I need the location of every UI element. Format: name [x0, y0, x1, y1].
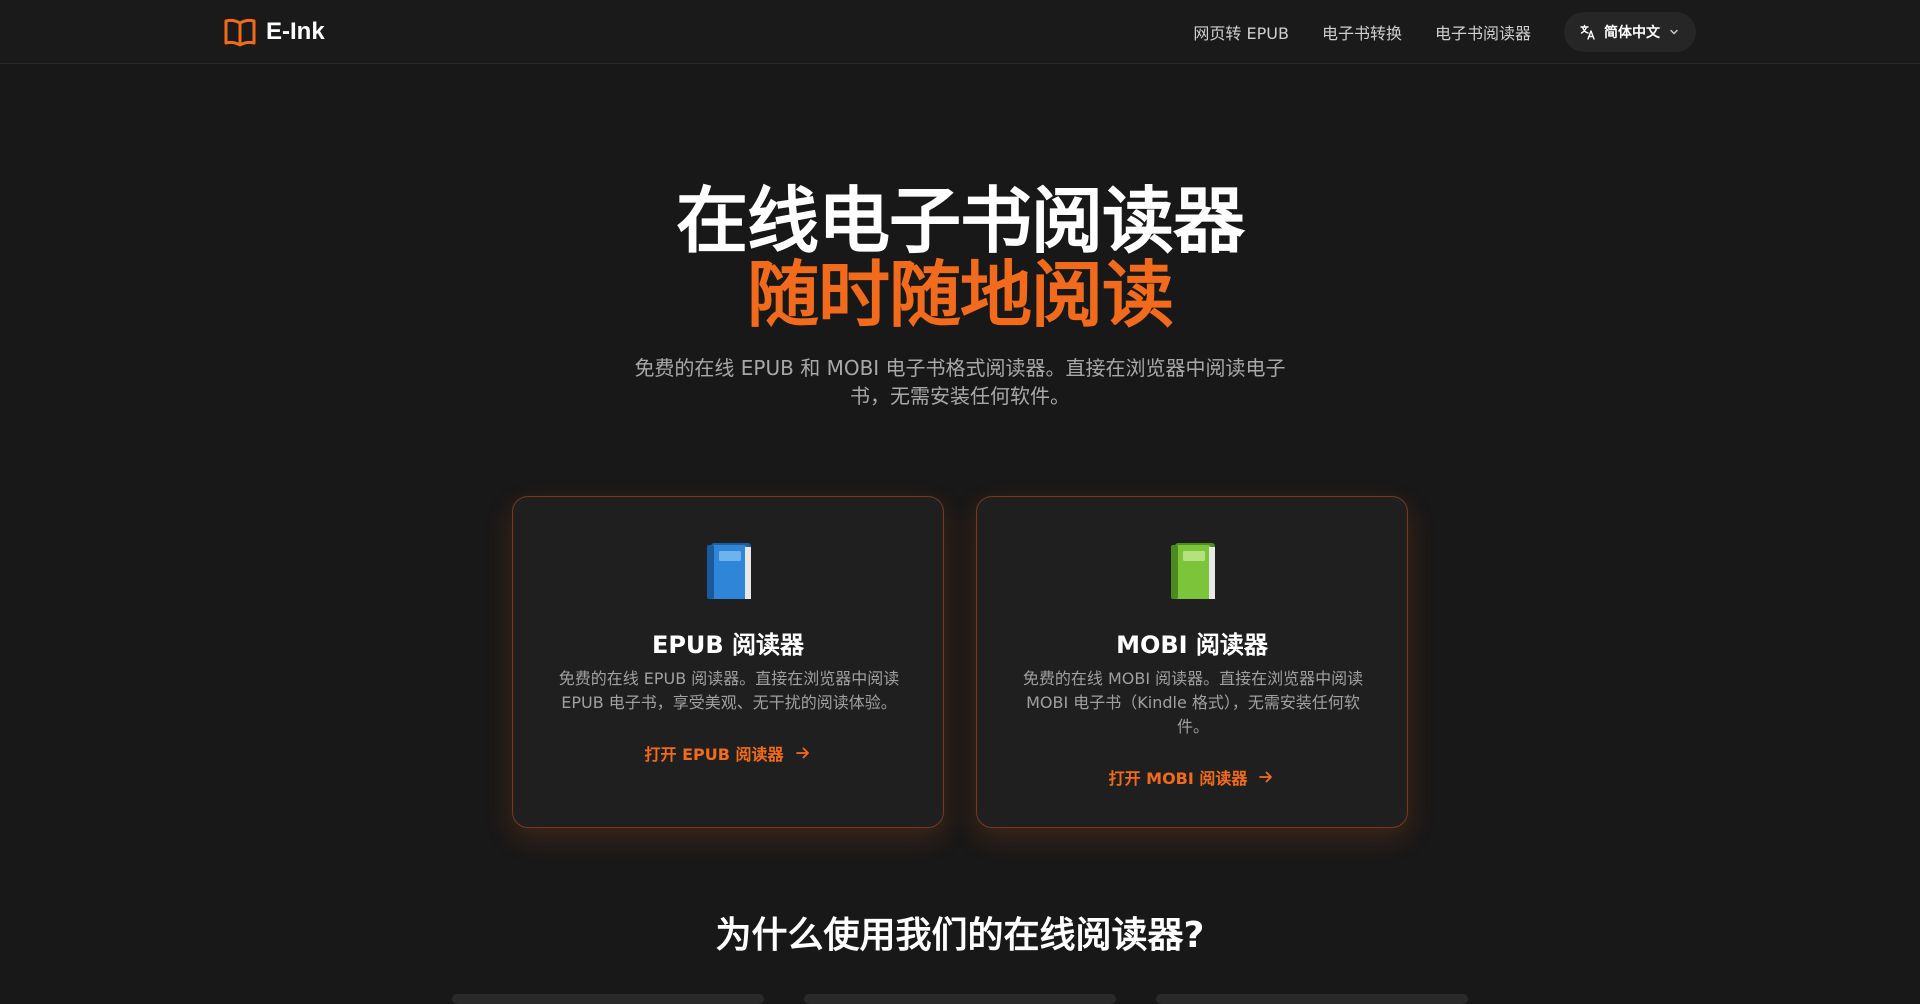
arrow-right-icon [1259, 771, 1273, 783]
feature-card-peek [804, 994, 1116, 1004]
why-section-title: 为什么使用我们的在线阅读器? [715, 915, 1205, 956]
mobi-reader-card[interactable]: MOBI 阅读器 免费的在线 MOBI 阅读器。直接在浏览器中阅读 MOBI 电… [976, 496, 1408, 828]
open-mobi-reader-link[interactable]: 打开 MOBI 阅读器 [977, 765, 1407, 789]
blue-book-icon [707, 543, 751, 599]
hero-title: 在线电子书阅读器 [675, 179, 1245, 263]
card-link-label: 打开 MOBI 阅读器 [1108, 769, 1248, 788]
open-epub-reader-link[interactable]: 打开 EPUB 阅读器 [513, 741, 943, 765]
card-description: 免费的在线 EPUB 阅读器。直接在浏览器中阅读 EPUB 电子书，享受美观、无… [558, 669, 900, 712]
hero-subtitle: 免费的在线 EPUB 和 MOBI 电子书格式阅读器。直接在浏览器中阅读电子书，… [634, 356, 1286, 408]
card-link-label: 打开 EPUB 阅读器 [644, 745, 784, 764]
language-label: 简体中文 [1604, 25, 1660, 41]
epub-reader-card[interactable]: EPUB 阅读器 免费的在线 EPUB 阅读器。直接在浏览器中阅读 EPUB 电… [512, 496, 944, 828]
card-title: EPUB 阅读器 [651, 631, 805, 659]
nav-link-ebook-reader[interactable]: 电子书阅读器 [1435, 20, 1531, 44]
card-title: MOBI 阅读器 [1116, 631, 1268, 659]
arrow-right-icon [795, 747, 809, 759]
feature-card-peek [452, 994, 764, 1004]
translate-icon [1580, 24, 1595, 40]
nav-link-ebook-converter[interactable]: 电子书转换 [1322, 20, 1402, 44]
main-nav: 网页转 EPUB 电子书转换 电子书阅读器 简体中文 [1193, 12, 1696, 52]
brand-logo[interactable]: E-Ink [224, 16, 325, 48]
language-selector[interactable]: 简体中文 [1564, 12, 1696, 52]
chevron-down-icon [1670, 29, 1678, 35]
open-book-icon [224, 18, 256, 47]
card-description: 免费的在线 MOBI 阅读器。直接在浏览器中阅读 MOBI 电子书（Kindle… [1022, 669, 1364, 736]
feature-card-peek [1156, 994, 1468, 1004]
green-book-icon [1171, 543, 1215, 599]
hero-accent-title: 随时随地阅读 [746, 253, 1174, 337]
nav-link-web-to-epub[interactable]: 网页转 EPUB [1193, 20, 1289, 44]
brand-name: E-Ink [266, 18, 325, 45]
hero-section: 在线电子书阅读器 随时随地阅读 免费的在线 EPUB 和 MOBI 电子书格式阅… [0, 184, 1920, 410]
top-navigation-bar: E-Ink 网页转 EPUB 电子书转换 电子书阅读器 简体中文 [0, 0, 1920, 64]
